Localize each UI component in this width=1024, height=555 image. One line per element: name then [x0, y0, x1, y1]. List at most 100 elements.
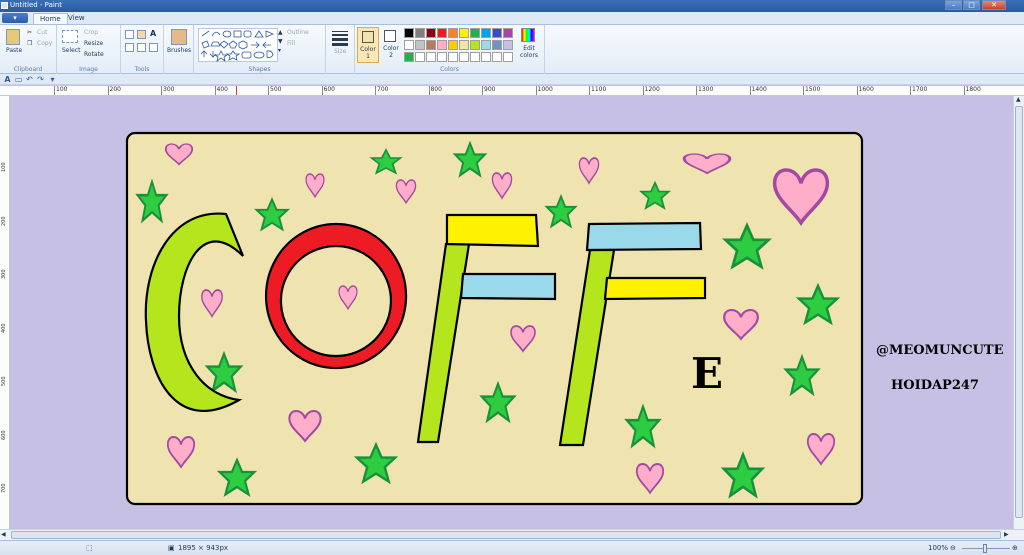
close-button[interactable]: ✕ — [982, 0, 1006, 10]
outline-button[interactable]: Outline — [287, 29, 309, 36]
scroll-left-arrow[interactable]: ◀ — [1, 531, 6, 538]
palette-swatch[interactable] — [448, 28, 458, 38]
shapes-gallery[interactable] — [198, 28, 278, 62]
drawing-canvas[interactable]: E @MEOMUNCUTE HOIDAP247 — [11, 96, 1013, 529]
color2-selector[interactable]: Color 2 — [381, 27, 401, 63]
image-size-icon: ▣ — [168, 544, 175, 552]
shapes-more[interactable]: ▾ — [278, 47, 281, 54]
select-icon[interactable] — [62, 30, 78, 43]
palette-swatch[interactable] — [437, 40, 447, 50]
palette-swatch[interactable] — [404, 40, 414, 50]
palette-swatch[interactable] — [492, 40, 502, 50]
zoom-in-icon[interactable]: ⊕ — [1012, 544, 1018, 552]
palette-swatch[interactable] — [448, 52, 458, 62]
redo-icon[interactable]: ↷ — [36, 75, 45, 84]
quick-access-toolbar: A ▭ ↶ ↷ ▾ — [0, 74, 1024, 85]
palette-swatch[interactable] — [492, 52, 502, 62]
paste-icon[interactable] — [6, 29, 20, 45]
tools-group: A Tools — [121, 25, 164, 74]
palette-swatch[interactable] — [503, 28, 513, 38]
text-tool-icon[interactable]: A — [150, 29, 156, 38]
edit-colors-button[interactable]: Edit colors — [518, 45, 540, 59]
select-button[interactable]: Select — [62, 47, 81, 54]
shapes-scroll-down[interactable]: ▼ — [278, 38, 283, 45]
ruler-tick — [535, 86, 537, 95]
palette-swatch[interactable] — [503, 52, 513, 62]
resize-button[interactable]: Resize — [84, 40, 103, 47]
palette-swatch[interactable] — [459, 28, 469, 38]
clipboard-group-label: Clipboard — [13, 66, 43, 73]
fill-button[interactable]: Fill — [287, 40, 295, 47]
horizontal-scrollbar[interactable]: ◀ ▶ — [0, 529, 1024, 540]
zoom-out-icon[interactable]: ⊖ — [950, 544, 956, 552]
size-button[interactable]: Size — [334, 48, 346, 55]
palette-swatch[interactable] — [481, 28, 491, 38]
ruler-label: 1400 — [751, 86, 767, 93]
palette-swatch[interactable] — [481, 40, 491, 50]
magnifier-icon[interactable] — [149, 43, 158, 52]
maximize-button[interactable]: □ — [963, 0, 980, 10]
color1-selector[interactable]: Color 1 — [357, 27, 379, 63]
eraser-icon[interactable] — [125, 43, 134, 52]
scroll-right-arrow[interactable]: ▶ — [1004, 531, 1009, 538]
tab-view[interactable]: View — [62, 13, 91, 24]
ruler-label: 500 — [270, 86, 282, 93]
rotate-button[interactable]: Rotate — [84, 51, 104, 58]
palette-swatch[interactable] — [459, 40, 469, 50]
palette-swatch[interactable] — [470, 28, 480, 38]
edit-colors-icon[interactable] — [521, 28, 535, 42]
minimize-button[interactable]: – — [945, 0, 962, 10]
palette-swatch[interactable] — [481, 52, 491, 62]
palette-swatch[interactable] — [437, 28, 447, 38]
ruler-label: 700 — [1, 483, 7, 493]
paint-app-icon[interactable] — [1, 2, 8, 9]
image-group: Select Crop Resize Rotate Image — [57, 25, 121, 74]
palette-swatch[interactable] — [503, 40, 513, 50]
palette-swatch[interactable] — [404, 28, 414, 38]
canvas-workspace[interactable]: E @MEOMUNCUTE HOIDAP247 — [11, 96, 1013, 529]
cut-button[interactable]: Cut — [37, 29, 47, 36]
new-file-icon[interactable]: ▭ — [14, 75, 23, 84]
brushes-button[interactable]: Brushes — [167, 47, 191, 54]
palette-swatch[interactable] — [492, 28, 502, 38]
scroll-up-arrow[interactable]: ▲ — [1016, 96, 1021, 103]
shapes-scroll-up[interactable]: ▲ — [278, 29, 283, 36]
text-format-icon[interactable]: A — [3, 75, 12, 84]
fill-bucket-icon[interactable] — [137, 30, 146, 39]
palette-swatch[interactable] — [470, 52, 480, 62]
palette-swatch[interactable] — [426, 52, 436, 62]
pencil-icon[interactable] — [125, 30, 134, 39]
ruler-label: 1700 — [912, 86, 928, 93]
palette-swatch[interactable] — [459, 52, 469, 62]
color-picker-icon[interactable] — [137, 43, 146, 52]
palette-swatch[interactable] — [415, 40, 425, 50]
clipboard-group: Paste ✂ Cut ❐ Copy Clipboard — [0, 25, 57, 74]
zoom-slider-thumb[interactable] — [983, 544, 987, 553]
scissors-icon: ✂ — [27, 29, 33, 36]
palette-swatch[interactable] — [415, 52, 425, 62]
ruler-label: 1200 — [644, 86, 660, 93]
palette-swatch[interactable] — [415, 28, 425, 38]
undo-icon[interactable]: ↶ — [25, 75, 34, 84]
palette-swatch[interactable] — [448, 40, 458, 50]
brush-icon[interactable] — [171, 29, 187, 45]
ruler-label: 800 — [430, 86, 442, 93]
palette-swatch[interactable] — [470, 40, 480, 50]
palette-swatch[interactable] — [426, 40, 436, 50]
vertical-scroll-thumb[interactable] — [1015, 106, 1023, 518]
crop-button[interactable]: Crop — [84, 29, 98, 36]
ruler-tick — [856, 86, 858, 95]
palette-swatch[interactable] — [404, 52, 414, 62]
file-menu-button[interactable]: ▾ — [2, 13, 28, 23]
horizontal-scroll-thumb[interactable] — [11, 531, 1001, 539]
shapes-group-label: Shapes — [248, 66, 271, 73]
color-palette — [404, 28, 514, 64]
ruler-label: 1600 — [858, 86, 874, 93]
vertical-scrollbar[interactable]: ▲ — [1013, 96, 1024, 529]
palette-swatch[interactable] — [437, 52, 447, 62]
copy-button[interactable]: Copy — [37, 40, 52, 47]
customize-dropdown-icon[interactable]: ▾ — [48, 75, 57, 84]
paste-button[interactable]: Paste — [6, 47, 22, 54]
palette-swatch[interactable] — [426, 28, 436, 38]
line-size-icon[interactable] — [332, 31, 348, 46]
